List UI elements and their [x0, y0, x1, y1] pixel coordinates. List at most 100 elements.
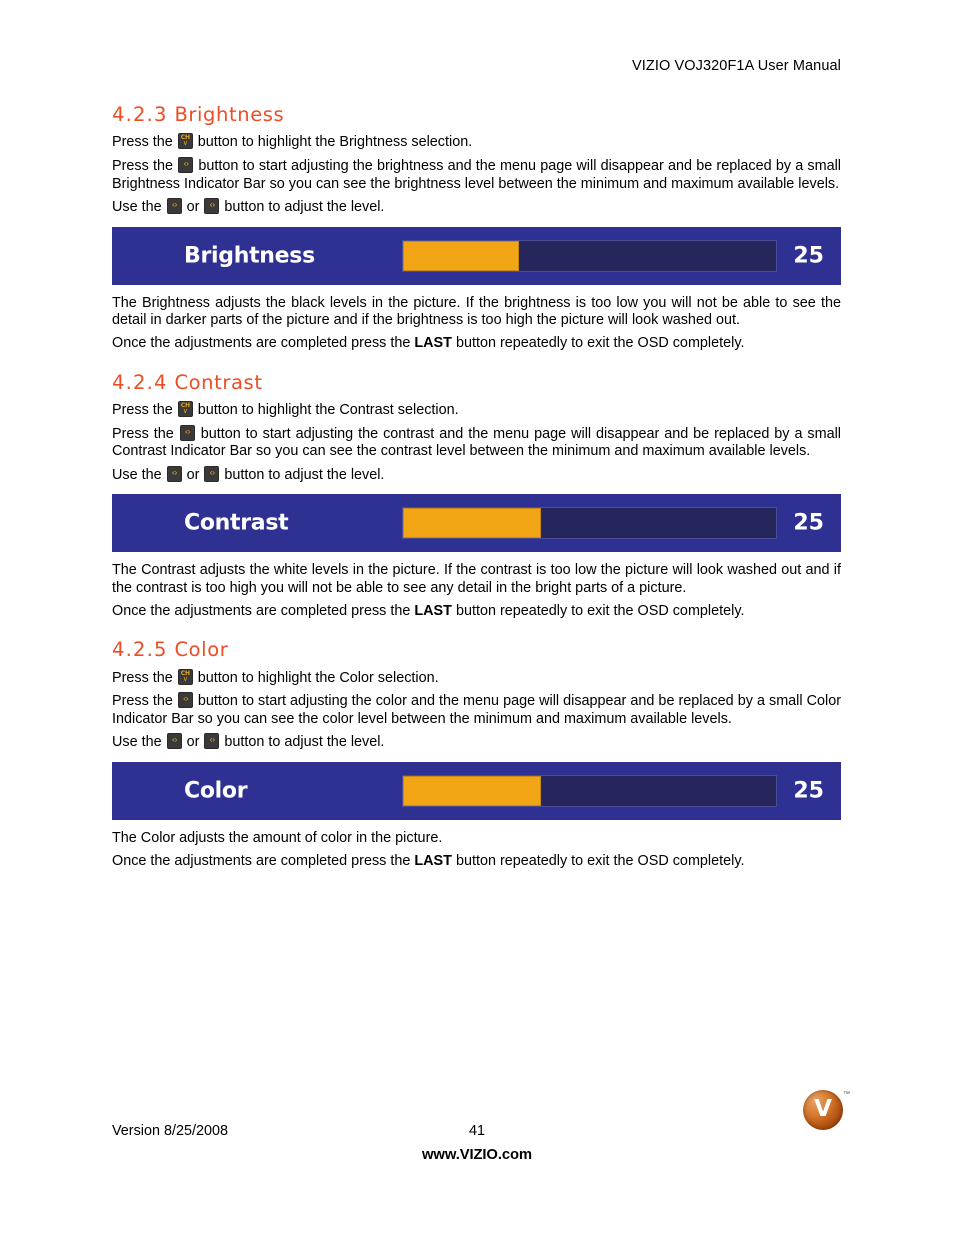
osd-slider-fill: [403, 240, 519, 271]
arrow-glyph: ‹›: [183, 159, 189, 170]
text-fragment: Press the: [112, 693, 173, 710]
text-fragment: Use the: [112, 734, 162, 751]
right-arrow-button-icon: ‹›: [204, 198, 220, 215]
arrow-glyph: ‹›: [209, 468, 215, 479]
contrast-step-2: Press the ‹› button to start adjusting t…: [112, 424, 842, 461]
section-heading-color: 4.2.5 Color: [112, 639, 841, 660]
text-fragment: Use the: [112, 199, 162, 216]
section-number: 4.2.5: [112, 638, 168, 662]
osd-slider-track[interactable]: [402, 239, 777, 272]
color-exit-note: Once the adjustments are completed press…: [112, 853, 841, 871]
section-brightness: 4.2.3 Brightness Press the CH ∨ button t…: [112, 104, 841, 353]
right-arrow-button-icon: ‹›: [178, 157, 194, 174]
color-step-3: Use the ‹› or ‹› button to adjust the le…: [112, 733, 841, 752]
section-title: Brightness: [174, 103, 285, 126]
contrast-step-3: Use the ‹› or ‹› button to adjust the le…: [112, 465, 841, 485]
text-fragment: Press the: [112, 669, 173, 686]
text-fragment: Once the adjustments are completed press…: [112, 602, 411, 619]
text-fragment: button to adjust the level.: [224, 466, 385, 483]
ch-down-button-icon: CH ∨: [177, 401, 193, 418]
vizio-logo-icon: V ™: [803, 1090, 850, 1136]
trademark-icon: ™: [843, 1091, 850, 1098]
left-arrow-button-icon: ‹›: [166, 465, 182, 482]
section-heading-brightness: 4.2.3 Brightness: [112, 104, 841, 125]
text-fragment: Press the: [112, 158, 173, 175]
section-color: 4.2.5 Color Press the CH ∨ button to hig…: [112, 639, 841, 870]
osd-slider-fill: [403, 508, 541, 539]
chevron-down-icon: ∨: [182, 674, 188, 683]
right-arrow-button-icon: ‹›: [204, 465, 220, 482]
text-fragment: button repeatedly to exit the OSD comple…: [455, 335, 745, 351]
text-fragment: Once the adjustments are completed press…: [112, 335, 411, 351]
right-arrow-button-icon: ‹›: [179, 424, 195, 441]
text-fragment: button repeatedly to exit the OSD comple…: [455, 852, 745, 869]
text-fragment: button repeatedly to exit the OSD comple…: [455, 602, 745, 619]
left-arrow-button-icon: ‹›: [166, 733, 182, 750]
text-fragment: button to highlight the Color selection.: [197, 669, 439, 686]
right-arrow-button-icon: ‹›: [177, 692, 193, 709]
arrow-glyph: ‹›: [171, 200, 178, 211]
brightness-description: The Brightness adjusts the black levels …: [112, 294, 841, 329]
text-fragment: Once the adjustments are completed press…: [112, 852, 411, 869]
brightness-step-2: Press the ‹› button to start adjusting t…: [112, 157, 841, 193]
ch-down-button-icon: CH ∨: [177, 133, 193, 150]
text-fragment: button to highlight the Brightness selec…: [197, 134, 473, 151]
arrow-glyph: ‹›: [171, 735, 178, 746]
osd-indicator-bar-brightness: Brightness 25: [112, 226, 841, 285]
section-contrast: 4.2.4 Contrast Press the CH ∨ button to …: [112, 370, 842, 621]
text-fragment: Press the: [112, 402, 173, 419]
text-fragment: button to start adjusting the contrast a…: [112, 425, 842, 460]
brightness-step-3: Use the ‹› or ‹› button to adjust the le…: [112, 198, 841, 217]
arrow-glyph: ‹›: [171, 468, 178, 479]
last-button-name: LAST: [414, 602, 452, 619]
left-arrow-button-icon: ‹›: [166, 198, 182, 215]
arrow-glyph: ‹›: [182, 694, 189, 705]
text-fragment: button to start adjusting the brightness…: [112, 158, 841, 192]
chevron-down-icon: ∨: [182, 139, 188, 148]
text-fragment: Press the: [112, 425, 174, 442]
chevron-down-icon: ∨: [182, 407, 188, 416]
osd-value: 25: [793, 778, 824, 804]
right-arrow-button-icon: ‹›: [204, 733, 220, 750]
osd-label: Color: [184, 778, 248, 804]
section-heading-contrast: 4.2.4 Contrast: [112, 370, 841, 394]
text-fragment: button to highlight the Contrast selecti…: [197, 402, 459, 419]
osd-indicator-bar-contrast: Contrast 25: [112, 494, 841, 553]
contrast-exit-note: Once the adjustments are completed press…: [112, 603, 841, 621]
arrow-glyph: ‹›: [184, 427, 191, 438]
logo-letter: V: [814, 1095, 832, 1122]
osd-indicator-bar-color: Color 25: [112, 762, 841, 820]
arrow-glyph: ‹›: [209, 735, 215, 746]
osd-label: Contrast: [184, 510, 289, 536]
section-number: 4.2.4: [112, 370, 168, 394]
page-content: 4.2.3 Brightness Press the CH ∨ button t…: [112, 104, 841, 875]
document-header-title: VIZIO VOJ320F1A User Manual: [631, 58, 841, 74]
text-fragment: button to adjust the level.: [224, 734, 385, 751]
osd-slider-fill: [403, 776, 541, 806]
section-title: Contrast: [174, 370, 263, 394]
text-fragment: Use the: [112, 466, 162, 483]
osd-label: Brightness: [184, 243, 315, 269]
contrast-step-1: Press the CH ∨ button to highlight the C…: [112, 401, 841, 420]
color-step-1: Press the CH ∨ button to highlight the C…: [112, 668, 841, 688]
brightness-step-1: Press the CH ∨ button to highlight the B…: [112, 133, 841, 152]
text-fragment: button to start adjusting the color and …: [112, 693, 842, 727]
osd-slider-track[interactable]: [402, 507, 777, 540]
color-step-2: Press the ‹› button to start adjusting t…: [112, 692, 841, 728]
text-fragment: Press the: [112, 134, 173, 151]
arrow-glyph: ‹›: [209, 200, 215, 211]
text-fragment: or: [186, 466, 200, 483]
footer-website-url: www.VIZIO.com: [422, 1147, 532, 1163]
osd-value: 25: [793, 243, 824, 269]
document-page: VIZIO VOJ320F1A User Manual 4.2.3 Bright…: [0, 0, 954, 1235]
ch-down-button-icon: CH ∨: [177, 668, 193, 685]
osd-slider-track[interactable]: [402, 775, 777, 807]
section-title: Color: [174, 638, 229, 662]
contrast-description: The Contrast adjusts the white levels in…: [112, 562, 841, 596]
color-description: The Color adjusts the amount of color in…: [112, 830, 443, 846]
osd-value: 25: [793, 510, 824, 536]
text-fragment: or: [186, 734, 200, 751]
section-number: 4.2.3: [112, 103, 168, 126]
text-fragment: button to adjust the level.: [224, 199, 385, 216]
text-fragment: or: [186, 199, 200, 216]
